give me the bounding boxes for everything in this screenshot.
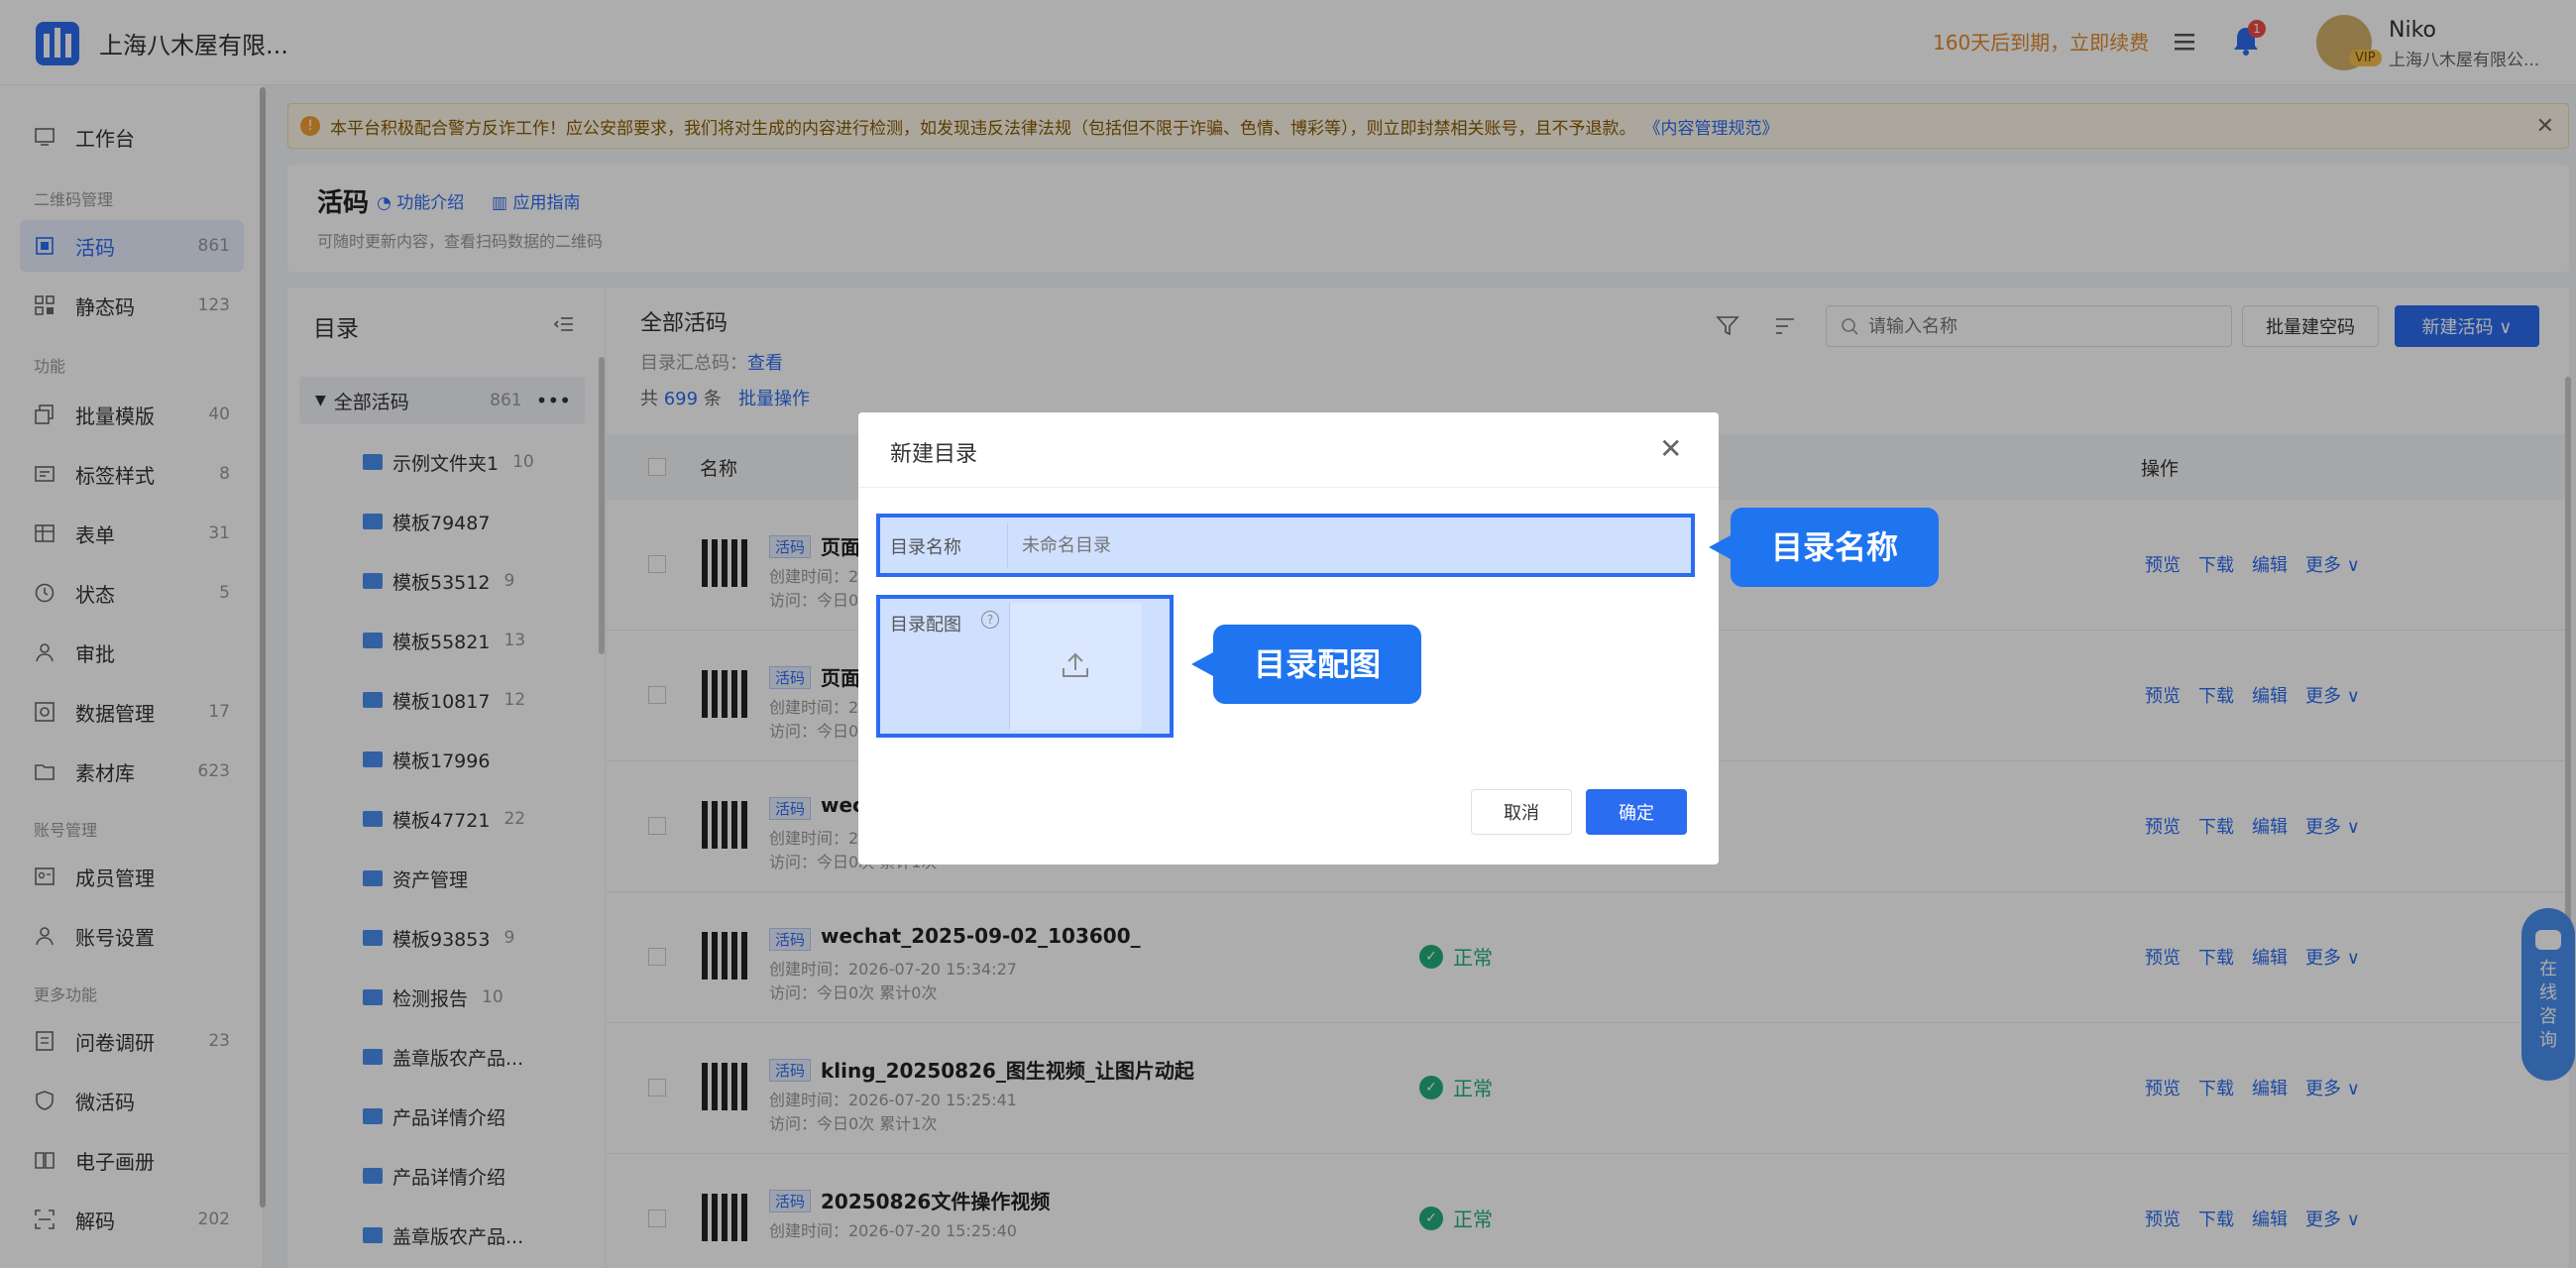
confirm-button[interactable]: 确定 (1586, 789, 1687, 835)
directory-name-label: 目录名称 (890, 537, 961, 558)
dialog-header: 新建目录 ✕ (858, 412, 1719, 488)
cancel-button[interactable]: 取消 (1471, 789, 1572, 835)
image-upload[interactable] (1009, 603, 1142, 730)
close-icon[interactable]: ✕ (1659, 432, 1682, 465)
directory-name-field: 目录名称 (876, 514, 1695, 577)
directory-image-label: 目录配图 (890, 615, 961, 635)
directory-image-field: 目录配图 ? (876, 595, 1174, 738)
upload-icon (1063, 652, 1088, 677)
help-icon[interactable]: ? (981, 611, 999, 629)
directory-name-input[interactable] (1007, 523, 1681, 567)
callout-directory-name: 目录名称 (1709, 508, 1939, 587)
dialog-title: 新建目录 (890, 442, 978, 467)
callout-directory-image: 目录配图 (1191, 625, 1421, 704)
